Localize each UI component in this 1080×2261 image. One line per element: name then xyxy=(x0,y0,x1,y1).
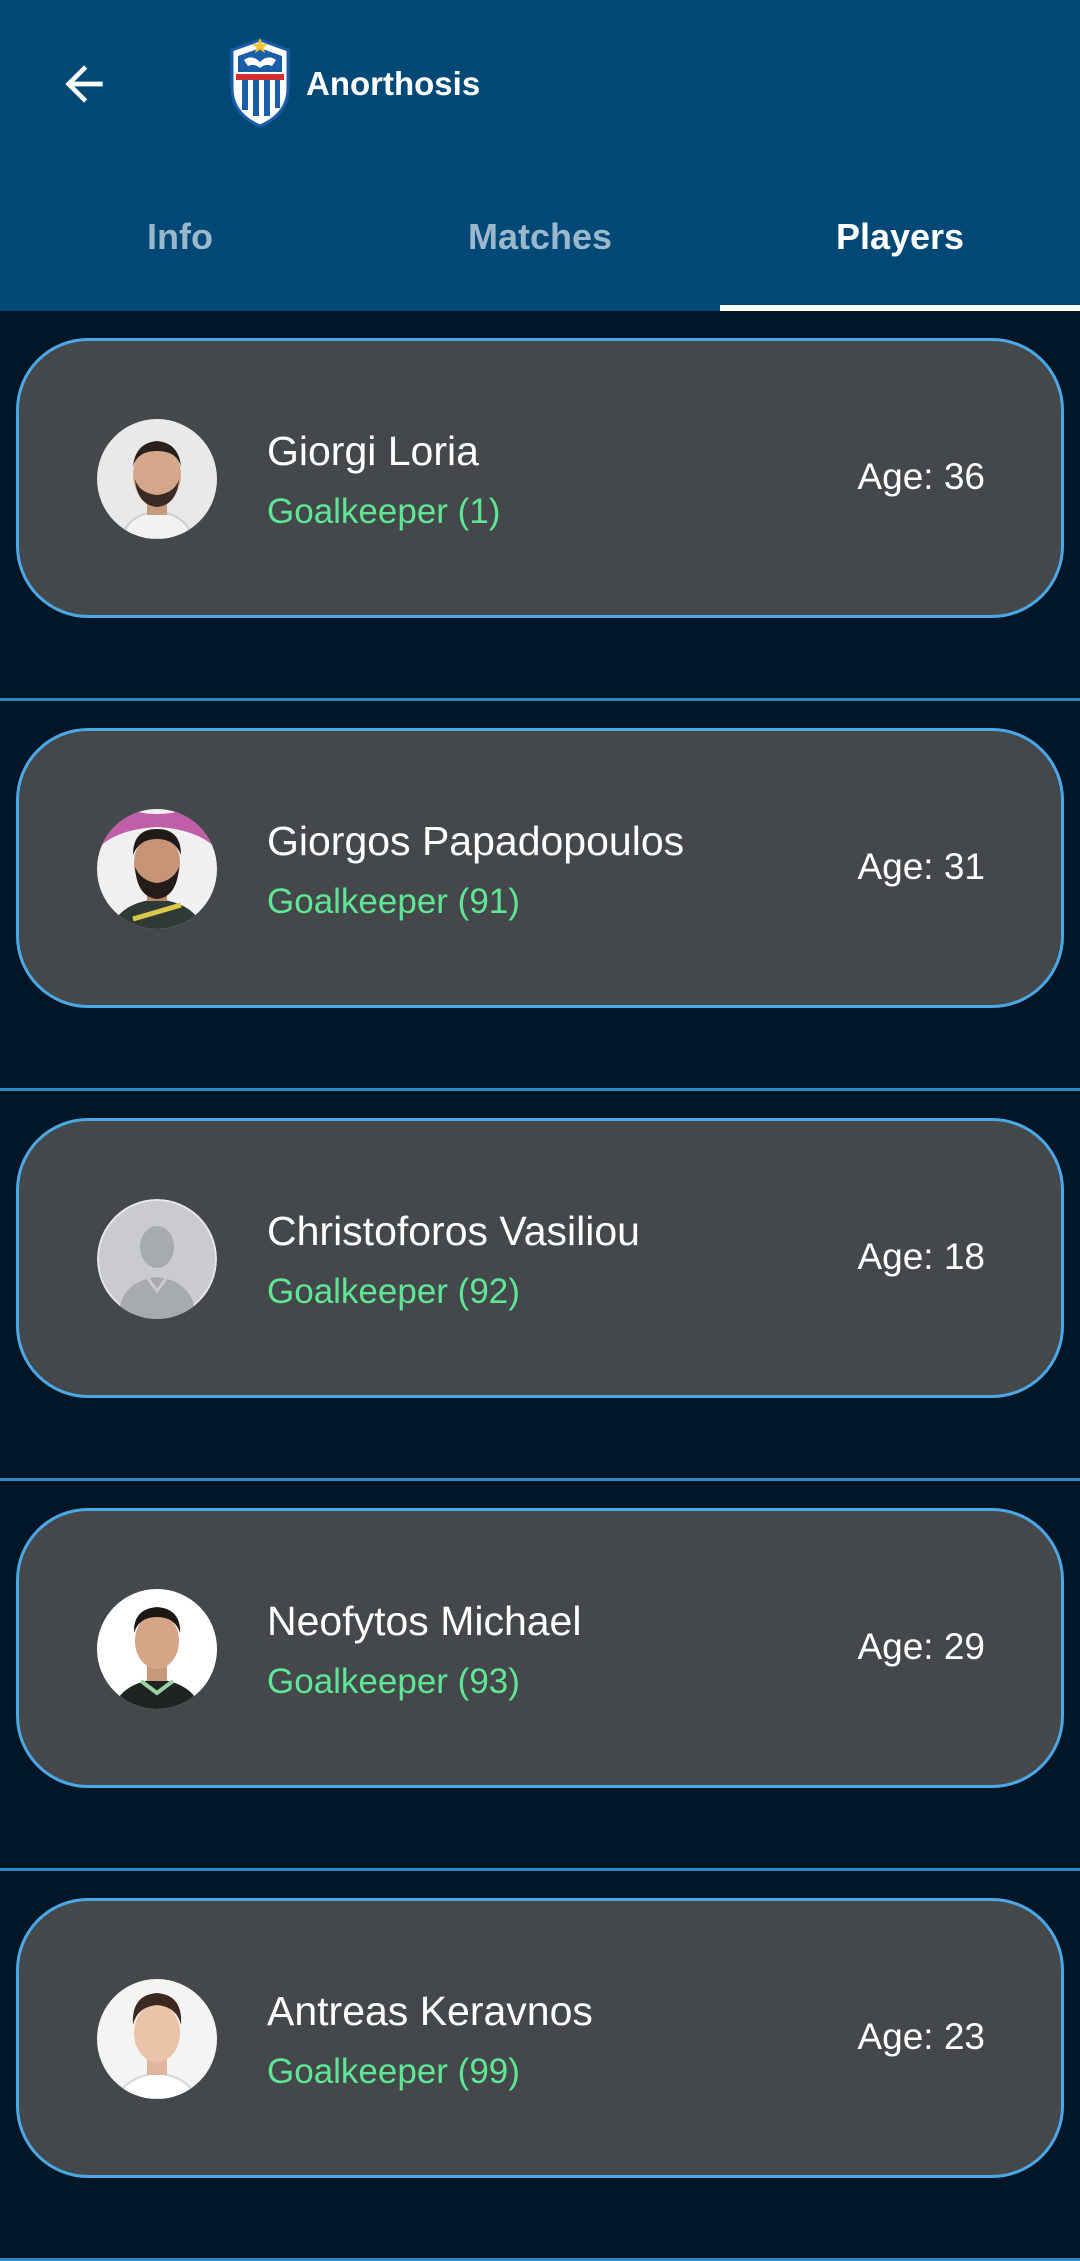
player-name: Antreas Keravnos xyxy=(267,1988,593,2034)
tab-info[interactable]: Info xyxy=(0,200,360,311)
player-age: Age: 31 xyxy=(857,846,985,887)
player-name: Christoforos Vasiliou xyxy=(267,1208,640,1254)
tab-bar: Info Matches Players xyxy=(0,200,1080,311)
list-item: Neofytos Michael Goalkeeper (93) Age: 29 xyxy=(0,1481,1080,1871)
tab-players[interactable]: Players xyxy=(720,200,1080,311)
player-age: Age: 29 xyxy=(857,1626,985,1667)
player-card[interactable]: Antreas Keravnos Goalkeeper (99) Age: 23 xyxy=(16,1898,1064,2178)
player-position: Goalkeeper (1) xyxy=(267,492,501,531)
player-card[interactable]: Neofytos Michael Goalkeeper (93) Age: 29 xyxy=(16,1508,1064,1788)
player-avatar xyxy=(97,1979,217,2099)
player-age: Age: 23 xyxy=(857,2016,985,2057)
player-name: Neofytos Michael xyxy=(267,1598,582,1644)
team-name: Anorthosis xyxy=(306,65,481,102)
tab-matches[interactable]: Matches xyxy=(360,200,720,311)
player-age: Age: 18 xyxy=(857,1236,985,1277)
player-position: Goalkeeper (93) xyxy=(267,1662,520,1701)
player-card[interactable]: Christoforos Vasiliou Goalkeeper (92) Ag… xyxy=(16,1118,1064,1398)
team-crest-icon xyxy=(230,38,290,128)
back-button[interactable] xyxy=(44,44,124,124)
player-position: Goalkeeper (99) xyxy=(267,2052,520,2091)
players-list: Giorgi Loria Goalkeeper (1) Age: 36 Gior… xyxy=(0,311,1080,2261)
player-card[interactable]: Giorgos Papadopoulos Goalkeeper (91) Age… xyxy=(16,728,1064,1008)
list-item: Christoforos Vasiliou Goalkeeper (92) Ag… xyxy=(0,1091,1080,1481)
player-position: Goalkeeper (92) xyxy=(267,1272,520,1311)
list-item: Giorgos Papadopoulos Goalkeeper (91) Age… xyxy=(0,701,1080,1091)
app-bar: Anorthosis Info Matches Players xyxy=(0,0,1080,311)
player-age: Age: 36 xyxy=(857,456,985,497)
list-item: Antreas Keravnos Goalkeeper (99) Age: 23 xyxy=(0,1871,1080,2261)
player-name: Giorgos Papadopoulos xyxy=(267,818,685,864)
player-avatar xyxy=(97,419,217,539)
person-placeholder-icon xyxy=(97,1199,217,1319)
player-name: Giorgi Loria xyxy=(267,428,479,474)
player-position: Goalkeeper (91) xyxy=(267,882,520,921)
player-avatar-placeholder xyxy=(97,1199,217,1319)
player-avatar xyxy=(97,809,217,929)
list-item: Giorgi Loria Goalkeeper (1) Age: 36 xyxy=(0,311,1080,701)
player-avatar xyxy=(97,1589,217,1709)
arrow-left-icon xyxy=(65,65,103,103)
player-card[interactable]: Giorgi Loria Goalkeeper (1) Age: 36 xyxy=(16,338,1064,618)
